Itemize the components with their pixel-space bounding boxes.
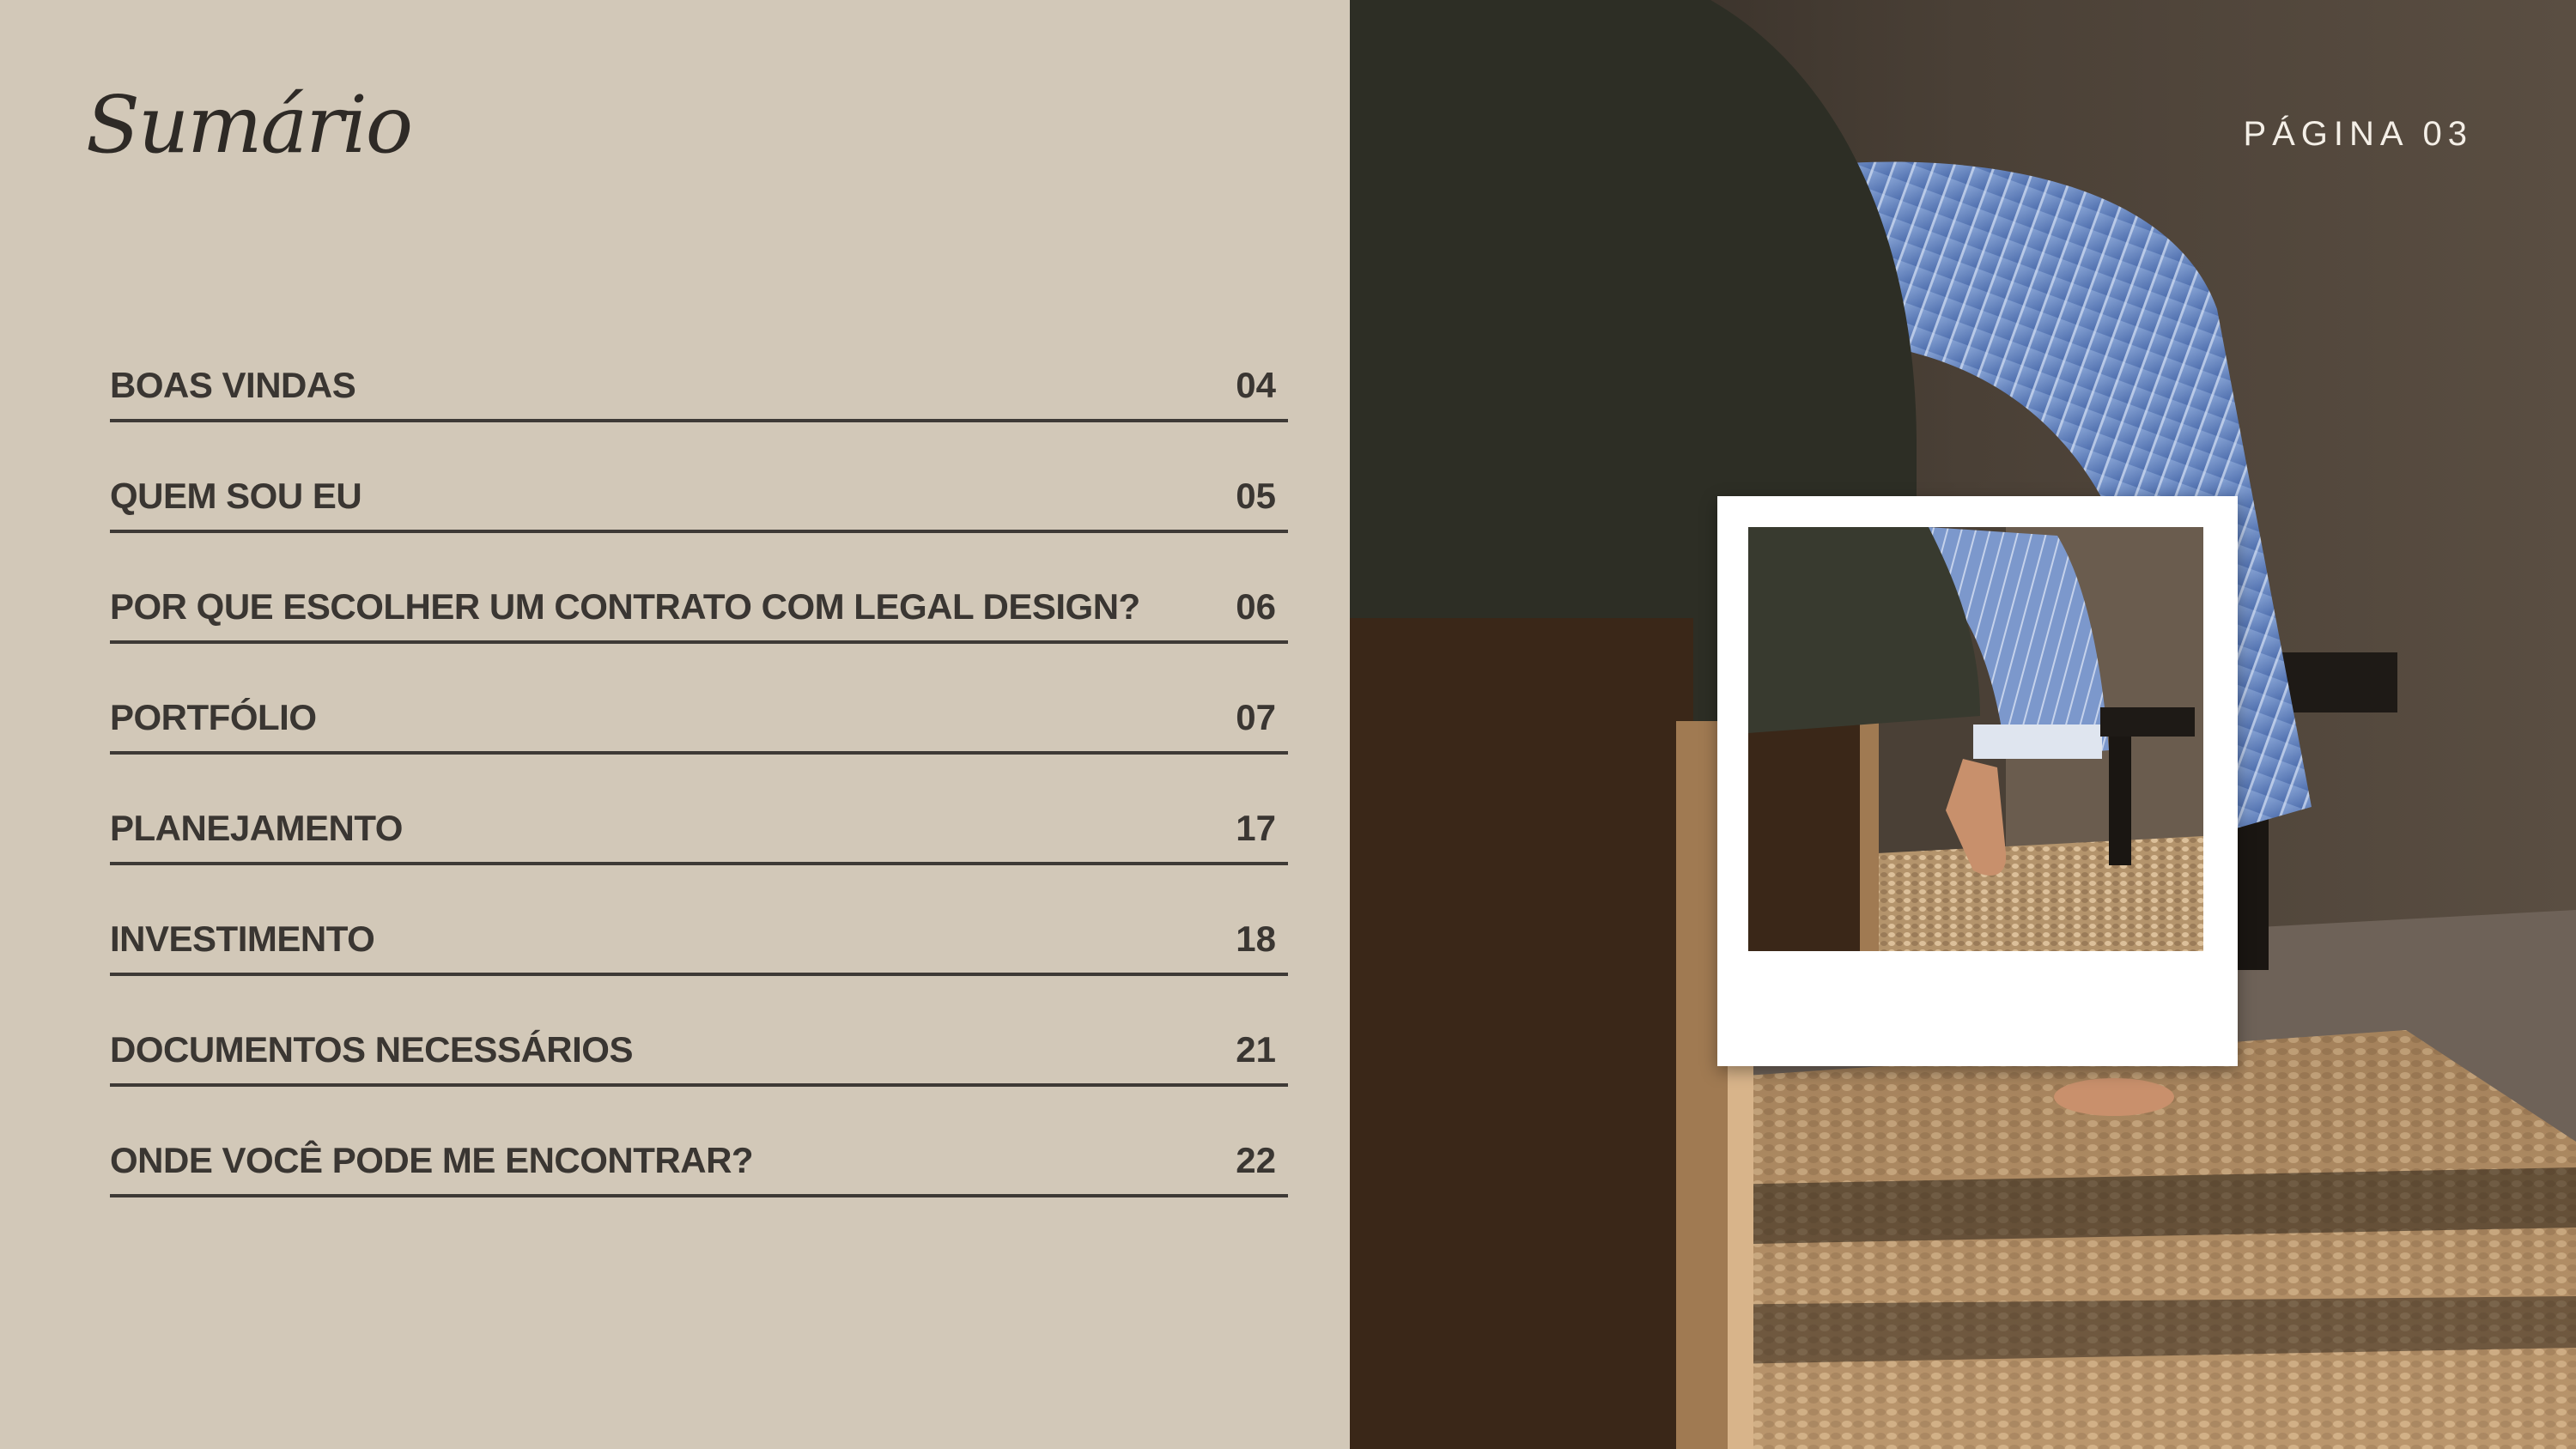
toc-entry-label: BOAS VINDAS: [110, 365, 356, 405]
toc-entry[interactable]: INVESTIMENTO 18: [110, 901, 1288, 1012]
toc-divider: [110, 419, 1288, 422]
toc-divider: [110, 973, 1288, 976]
toc-divider: [110, 640, 1288, 644]
toc-divider: [110, 1083, 1288, 1087]
toc-entry[interactable]: BOAS VINDAS 04: [110, 348, 1288, 458]
document-page: Sumário BOAS VINDAS 04 QUEM SOU EU 05 PO…: [0, 0, 2576, 1449]
toc-entry-page: 17: [1236, 808, 1276, 848]
toc-entry-page: 07: [1236, 697, 1276, 737]
contents-panel: Sumário BOAS VINDAS 04 QUEM SOU EU 05 PO…: [0, 0, 1350, 1449]
toc-divider: [110, 862, 1288, 865]
toc-entry-label: PLANEJAMENTO: [110, 808, 403, 848]
toc-entry[interactable]: ONDE VOCÊ PODE ME ENCONTRAR? 22: [110, 1123, 1288, 1234]
toc-entry[interactable]: DOCUMENTOS NECESSÁRIOS 21: [110, 1012, 1288, 1123]
toc-entry-label: INVESTIMENTO: [110, 919, 375, 959]
toc-entry-page: 06: [1236, 586, 1276, 627]
toc-divider: [110, 1194, 1288, 1197]
page-title: Sumário: [86, 79, 413, 171]
bedroom-photo: PÁGINA 03: [1350, 0, 2576, 1449]
toc-divider: [110, 751, 1288, 755]
toc-entry-page: 18: [1236, 919, 1276, 959]
toc-entry-label: POR QUE ESCOLHER UM CONTRATO COM LEGAL D…: [110, 586, 1140, 627]
toc-entry-label: QUEM SOU EU: [110, 476, 362, 516]
polaroid-photo-illustration: [1748, 527, 2203, 951]
toc-entry-page: 05: [1236, 476, 1276, 516]
toc-divider: [110, 530, 1288, 533]
toc-entry-page: 04: [1236, 365, 1276, 405]
toc-entry-label: PORTFÓLIO: [110, 697, 317, 737]
toc-entry-label: DOCUMENTOS NECESSÁRIOS: [110, 1029, 633, 1070]
table-of-contents: BOAS VINDAS 04 QUEM SOU EU 05 POR QUE ES…: [110, 348, 1288, 1234]
toc-entry[interactable]: POR QUE ESCOLHER UM CONTRATO COM LEGAL D…: [110, 569, 1288, 680]
polaroid-frame: [1717, 496, 2238, 1066]
toc-entry-page: 22: [1236, 1140, 1276, 1180]
polaroid-photo: [1748, 527, 2203, 951]
toc-entry-page: 21: [1236, 1029, 1276, 1070]
toc-entry[interactable]: PORTFÓLIO 07: [110, 680, 1288, 791]
toc-entry-label: ONDE VOCÊ PODE ME ENCONTRAR?: [110, 1140, 754, 1180]
toc-entry[interactable]: QUEM SOU EU 05: [110, 458, 1288, 569]
page-number-label: PÁGINA 03: [2243, 115, 2473, 153]
toc-entry[interactable]: PLANEJAMENTO 17: [110, 791, 1288, 901]
